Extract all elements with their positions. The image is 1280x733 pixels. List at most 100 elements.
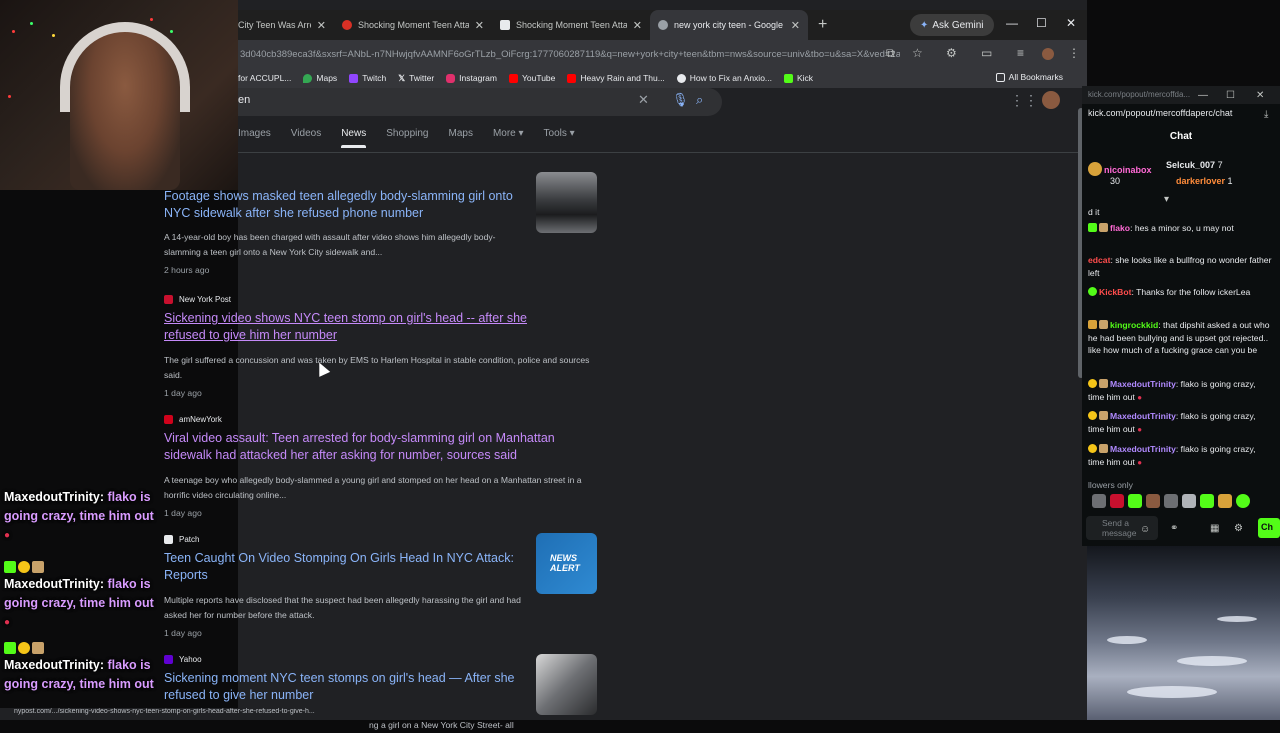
clear-icon[interactable]: ✕ xyxy=(638,92,649,108)
chevron-down-icon[interactable]: ▾ xyxy=(1164,194,1169,205)
result-title[interactable]: Sickening moment NYC teen stomps on girl… xyxy=(164,670,519,704)
bookmark-item[interactable]: YouTube xyxy=(508,73,555,83)
tab-tools[interactable]: Tools ▾ xyxy=(544,128,575,148)
mic-icon[interactable]: 🎙 xyxy=(672,92,689,108)
close-icon[interactable]: ✕ xyxy=(791,19,800,32)
popout-address[interactable]: kick.com/popout/mercoffdaperc/chat xyxy=(1082,108,1280,124)
search-input[interactable]: en xyxy=(238,94,250,106)
result-snippet: The girl suffered a concussion and was t… xyxy=(164,355,590,380)
emote-icon[interactable] xyxy=(1128,494,1142,508)
chat-text: : hes a minor so, u may not xyxy=(1130,223,1234,233)
result-thumbnail[interactable]: NEWS ALERT xyxy=(536,533,597,594)
bookmark-item[interactable]: Heavy Rain and Thu... xyxy=(567,73,665,83)
badge-icon xyxy=(4,642,16,654)
chat-text: : she looks like a bullfrog no wonder fa… xyxy=(1088,255,1272,278)
result-title[interactable]: Sickening video shows NYC teen stomp on … xyxy=(164,310,564,344)
tab-maps[interactable]: Maps xyxy=(448,128,472,148)
tab-label: new york city teen - Google Se xyxy=(674,20,785,30)
kick-icon xyxy=(784,73,793,83)
emote-icon[interactable] xyxy=(1164,494,1178,508)
emote-icon[interactable] xyxy=(1236,494,1250,508)
drop-icon: ● xyxy=(1137,457,1143,467)
result-title[interactable]: Teen Caught On Video Stomping On Girls H… xyxy=(164,550,514,584)
chat-message: kingrockkid: that dipshit asked a out wh… xyxy=(1088,319,1274,357)
close-icon[interactable]: ✕ xyxy=(317,19,326,32)
result-title[interactable]: Footage shows masked teen allegedly body… xyxy=(164,188,514,222)
result-time: 1 day ago xyxy=(164,508,202,518)
tab-3[interactable]: new york city teen - Google Se ✕ xyxy=(650,10,808,40)
close-icon[interactable]: ✕ xyxy=(475,19,484,32)
close-window-icon[interactable]: ✕ xyxy=(1066,16,1076,30)
badge-icon xyxy=(1099,411,1108,420)
tab-more[interactable]: More ▾ xyxy=(493,128,524,148)
menu-icon[interactable]: ⋮ xyxy=(1068,46,1080,60)
close-window-icon[interactable]: ✕ xyxy=(1256,90,1264,101)
google-news-page: en ✕ 🎙 ⌕ ⋮⋮ Images Videos News Shopping … xyxy=(164,88,1087,730)
overlay-user: MaxedoutTrinity xyxy=(4,577,100,591)
maximize-icon[interactable]: ☐ xyxy=(1226,90,1235,101)
drop-icon: ● xyxy=(1137,424,1143,434)
gift-icon[interactable]: ▦ xyxy=(1210,523,1219,534)
tab-news[interactable]: News xyxy=(341,128,367,148)
bookmark-item[interactable]: for ACCUPL... xyxy=(238,73,291,83)
chat-user: flako xyxy=(1110,223,1131,233)
chat-message: MaxedoutTrinity: flako is going crazy, t… xyxy=(1088,410,1274,436)
translate-icon[interactable]: ⧉ xyxy=(886,46,895,61)
link-icon[interactable]: ⚭ xyxy=(1170,523,1178,534)
bookmark-item[interactable]: 𝕏 Twitter xyxy=(398,73,434,84)
all-bookmarks[interactable]: All Bookmarks xyxy=(995,72,1063,82)
search-icon[interactable]: ⌕ xyxy=(696,92,703,108)
result-time: 2 hours ago xyxy=(164,265,210,275)
new-tab-icon[interactable]: + xyxy=(818,16,827,34)
gear-icon[interactable]: ⚙ xyxy=(1234,523,1243,534)
apps-icon[interactable]: ⋮⋮ xyxy=(1010,92,1038,109)
result-title[interactable]: Viral video assault: Teen arrested for b… xyxy=(164,430,594,464)
chat-message: MaxedoutTrinity: flako is going crazy, t… xyxy=(1088,378,1274,404)
badges xyxy=(4,642,166,654)
url-text[interactable]: 3d040cb389eca3f&sxsrf=ANbL-n7NHwjqfvAAMN… xyxy=(240,49,900,60)
chat-header: Chat xyxy=(1169,131,1193,142)
minimize-icon[interactable]: — xyxy=(1198,90,1208,101)
bookmark-item[interactable]: How to Fix an Anxio... xyxy=(676,73,772,83)
tab-label: Shocking Moment Teen Attack xyxy=(358,20,469,30)
bookmark-item[interactable]: Maps xyxy=(303,73,337,83)
cast-icon[interactable]: ▭ xyxy=(981,46,992,60)
maximize-icon[interactable]: ☐ xyxy=(1036,16,1047,30)
close-icon[interactable]: ✕ xyxy=(633,19,642,32)
tab-images[interactable]: Images xyxy=(238,128,271,148)
emote-icon[interactable] xyxy=(1218,494,1232,508)
profile-icon[interactable] xyxy=(1042,48,1054,60)
bookmark-item[interactable]: Kick xyxy=(784,73,813,83)
gemini-label: Ask Gemini xyxy=(932,19,984,31)
tab-1[interactable]: Shocking Moment Teen Attack ✕ xyxy=(334,10,492,40)
extensions-icon[interactable]: ⚙ xyxy=(946,46,957,60)
bookmark-item[interactable]: Twitch xyxy=(349,73,386,83)
tab-2[interactable]: Shocking Moment Teen Attack ✕ xyxy=(492,10,650,40)
media-icon[interactable]: ≡ xyxy=(1017,46,1024,60)
minimize-icon[interactable]: — xyxy=(1006,16,1018,30)
maps-icon xyxy=(303,73,313,83)
avatar[interactable] xyxy=(1042,91,1060,109)
thumb-label: NEWS ALERT xyxy=(550,553,580,573)
emote-icon[interactable] xyxy=(1110,494,1124,508)
result-thumbnail[interactable] xyxy=(536,172,597,233)
source-name: amNewYork xyxy=(179,414,222,424)
search-box[interactable]: en ✕ 🎙 ⌕ xyxy=(238,88,722,116)
bookmark-item[interactable]: Instagram xyxy=(446,73,497,83)
address-bar[interactable]: 3d040cb389eca3f&sxsrf=ANbL-n7NHwjqfvAAMN… xyxy=(238,40,1087,68)
emote-icon[interactable] xyxy=(1092,494,1106,508)
emote-icon[interactable] xyxy=(1146,494,1160,508)
result-thumbnail[interactable] xyxy=(536,654,597,715)
tab-videos[interactable]: Videos xyxy=(291,128,321,148)
emote-icon[interactable] xyxy=(1200,494,1214,508)
star-icon[interactable]: ☆ xyxy=(912,46,923,60)
pinned-user: nicoinabox 30 xyxy=(1088,162,1152,186)
tab-shopping[interactable]: Shopping xyxy=(386,128,428,148)
emote-icon[interactable] xyxy=(1182,494,1196,508)
emoji-icon[interactable]: ☺ xyxy=(1140,524,1150,535)
chat-message: d it xyxy=(1088,206,1274,219)
send-button[interactable]: Ch xyxy=(1258,518,1280,538)
tab-0[interactable]: City Teen Was Arre ✕ xyxy=(238,10,334,40)
download-icon[interactable]: ⤓ xyxy=(1264,109,1268,120)
ask-gemini-button[interactable]: ✦ Ask Gemini xyxy=(910,14,994,36)
